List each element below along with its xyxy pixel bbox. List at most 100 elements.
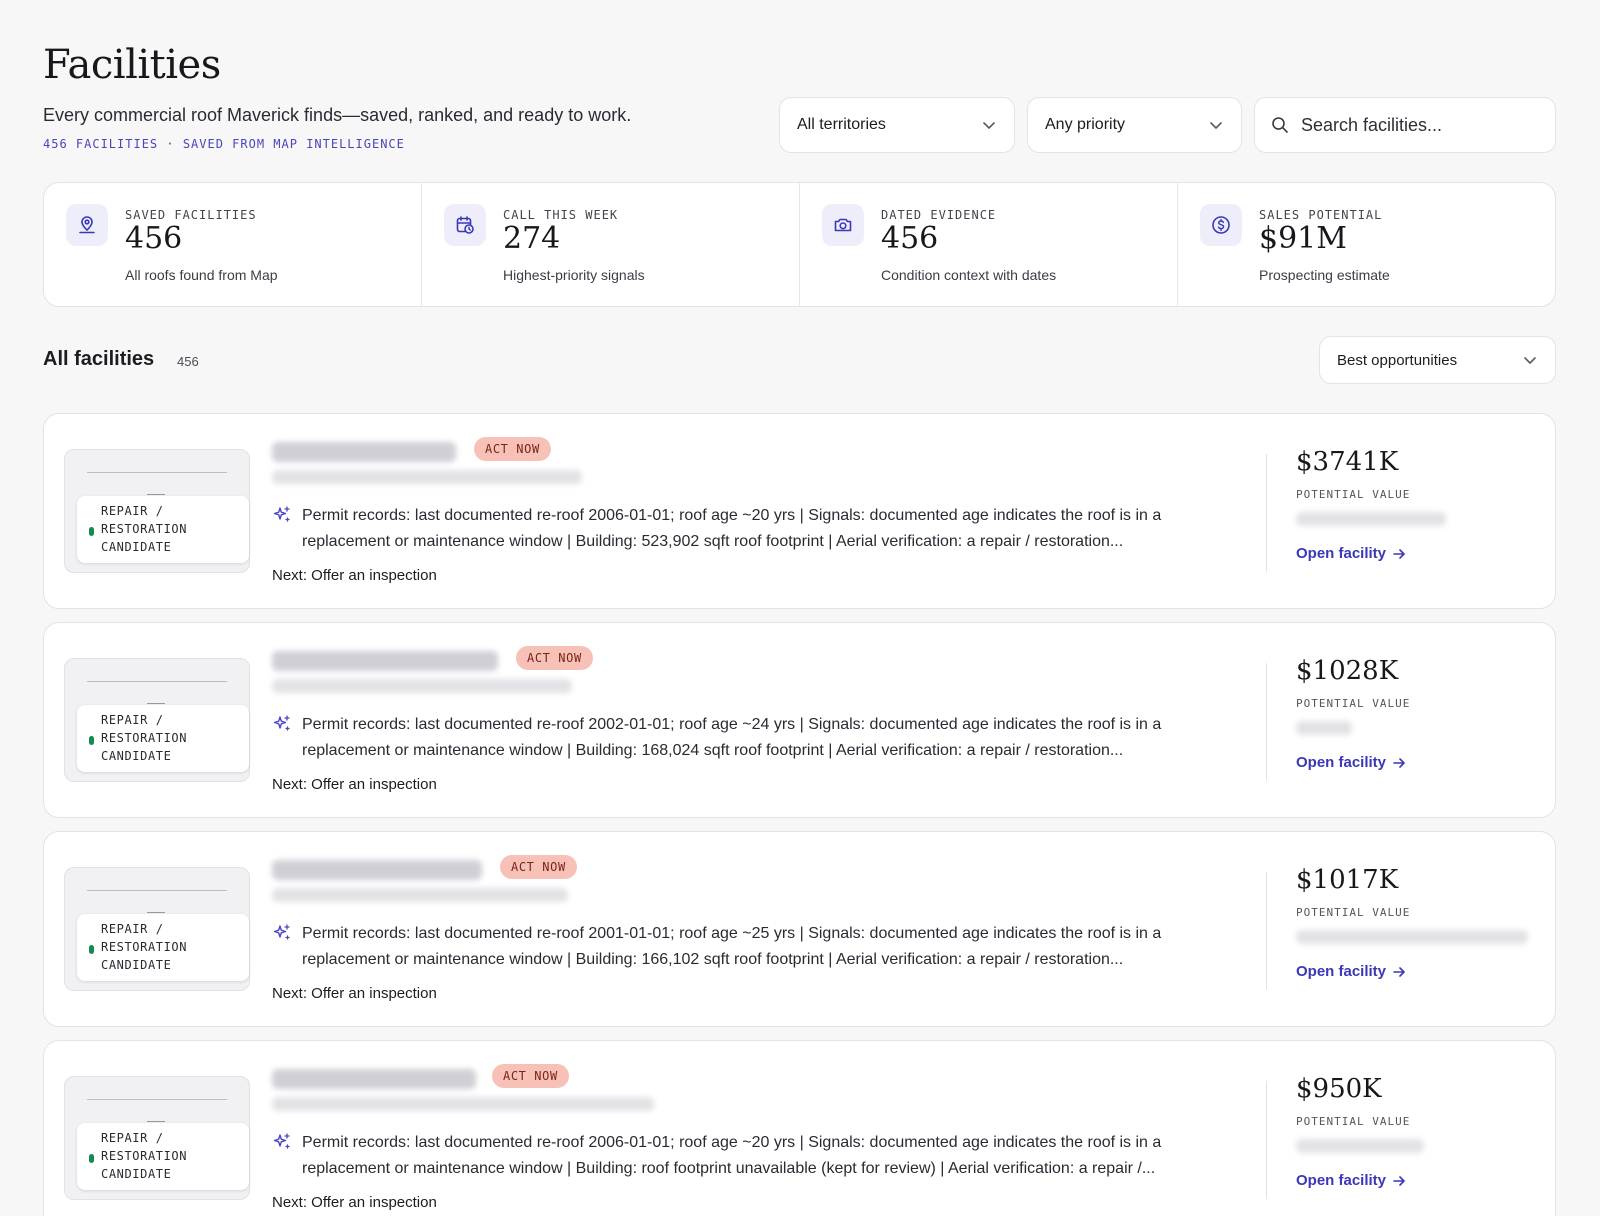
status-dot xyxy=(89,945,94,954)
potential-value-label: POTENTIAL VALUE xyxy=(1296,488,1411,501)
open-facility-label: Open facility xyxy=(1296,963,1387,980)
condition-label-text: REPAIR / RESTORATION CANDIDATE xyxy=(101,504,188,554)
redacted-contact xyxy=(1296,512,1446,526)
next-action: Next: Offer an inspection xyxy=(272,1194,437,1211)
redacted-address xyxy=(272,1097,654,1111)
chevron-down-icon xyxy=(983,122,995,129)
roof-outline xyxy=(147,1121,165,1122)
redacted-address xyxy=(272,470,582,484)
sparkle-icon xyxy=(273,1133,290,1149)
arrow-right-icon xyxy=(1393,548,1405,559)
roof-outline xyxy=(147,912,165,913)
stat-sales-potential: SALES POTENTIAL $91M Prospecting estimat… xyxy=(1178,183,1555,306)
condition-label-text: REPAIR / RESTORATION CANDIDATE xyxy=(101,1131,188,1181)
potential-value-label: POTENTIAL VALUE xyxy=(1296,1115,1411,1128)
stat-value: 456 xyxy=(125,221,183,256)
territory-select[interactable]: All territories xyxy=(779,97,1015,153)
roof-outline xyxy=(147,494,165,495)
redacted-facility-name xyxy=(272,442,456,462)
roof-thumbnail: REPAIR / RESTORATION CANDIDATE xyxy=(64,658,250,782)
stat-value: 274 xyxy=(503,221,561,256)
roof-outline xyxy=(147,703,165,704)
open-facility-label: Open facility xyxy=(1296,754,1387,771)
card-divider xyxy=(1266,454,1267,572)
facility-card[interactable]: REPAIR / RESTORATION CANDIDATE ACT NOW P… xyxy=(43,622,1556,818)
list-title: All facilities xyxy=(43,348,155,370)
stat-caption: Highest-priority signals xyxy=(503,267,645,283)
condition-label: REPAIR / RESTORATION CANDIDATE xyxy=(77,496,249,563)
potential-value-label: POTENTIAL VALUE xyxy=(1296,697,1411,710)
open-facility-label: Open facility xyxy=(1296,545,1387,562)
redacted-facility-name xyxy=(272,860,482,880)
stat-caption: Prospecting estimate xyxy=(1259,267,1390,283)
status-dot xyxy=(89,527,94,536)
facility-summary: Permit records: last documented re-roof … xyxy=(302,925,1162,968)
facility-card[interactable]: REPAIR / RESTORATION CANDIDATE ACT NOW P… xyxy=(43,831,1556,1027)
search-icon xyxy=(1272,117,1288,133)
priority-badge: ACT NOW xyxy=(500,855,577,879)
search-box[interactable] xyxy=(1254,97,1556,153)
stat-saved-facilities: SAVED FACILITIES 456 All roofs found fro… xyxy=(44,183,422,306)
stats-panel: SAVED FACILITIES 456 All roofs found fro… xyxy=(43,182,1556,307)
card-divider xyxy=(1266,1081,1267,1199)
open-facility-link[interactable]: Open facility xyxy=(1296,545,1406,562)
roof-thumbnail: REPAIR / RESTORATION CANDIDATE xyxy=(64,867,250,991)
page-title: Facilities xyxy=(43,42,221,88)
card-divider xyxy=(1266,872,1267,990)
priority-select[interactable]: Any priority xyxy=(1027,97,1242,153)
stat-value: 456 xyxy=(881,221,939,256)
stat-label: DATED EVIDENCE xyxy=(881,208,997,222)
open-facility-link[interactable]: Open facility xyxy=(1296,754,1406,771)
potential-value: $950K xyxy=(1296,1074,1382,1104)
stat-caption: All roofs found from Map xyxy=(125,267,278,283)
stat-label: SAVED FACILITIES xyxy=(125,208,257,222)
sparkle-icon xyxy=(273,506,290,522)
page-subtitle: Every commercial roof Maverick finds—sav… xyxy=(43,105,632,125)
arrow-right-icon xyxy=(1393,966,1405,977)
redacted-address xyxy=(272,679,572,693)
roof-outline xyxy=(87,890,227,891)
redacted-contact xyxy=(1296,721,1352,735)
redacted-facility-name xyxy=(272,651,498,671)
open-facility-label: Open facility xyxy=(1296,1172,1387,1189)
potential-value: $1028K xyxy=(1296,656,1399,686)
facility-summary: Permit records: last documented re-roof … xyxy=(302,507,1162,550)
condition-label: REPAIR / RESTORATION CANDIDATE xyxy=(77,914,249,981)
condition-label: REPAIR / RESTORATION CANDIDATE xyxy=(77,705,249,772)
priority-badge: ACT NOW xyxy=(474,437,551,461)
chevron-down-icon xyxy=(1524,357,1536,364)
arrow-right-icon xyxy=(1393,1175,1405,1186)
redacted-contact xyxy=(1296,1139,1424,1153)
search-input[interactable] xyxy=(1301,114,1539,136)
condition-label: REPAIR / RESTORATION CANDIDATE xyxy=(77,1123,249,1190)
condition-label-text: REPAIR / RESTORATION CANDIDATE xyxy=(101,922,188,972)
priority-badge: ACT NOW xyxy=(516,646,593,670)
map-pin-icon xyxy=(66,204,108,246)
status-dot xyxy=(89,736,94,745)
facility-summary: Permit records: last documented re-roof … xyxy=(302,1134,1162,1177)
sparkle-icon xyxy=(273,924,290,940)
list-count: 456 xyxy=(177,354,199,369)
facility-summary: Permit records: last documented re-roof … xyxy=(302,716,1162,759)
next-action: Next: Offer an inspection xyxy=(272,776,437,793)
roof-thumbnail: REPAIR / RESTORATION CANDIDATE xyxy=(64,449,250,573)
territory-select-value: All territories xyxy=(797,116,886,133)
sort-select-value: Best opportunities xyxy=(1337,351,1458,369)
roof-outline xyxy=(87,1099,227,1100)
condition-label-text: REPAIR / RESTORATION CANDIDATE xyxy=(101,713,188,763)
priority-badge: ACT NOW xyxy=(492,1064,569,1088)
redacted-contact xyxy=(1296,930,1528,944)
roof-outline xyxy=(87,681,227,682)
facility-card[interactable]: REPAIR / RESTORATION CANDIDATE ACT NOW P… xyxy=(43,1040,1556,1216)
redacted-facility-name xyxy=(272,1069,476,1089)
facility-card[interactable]: REPAIR / RESTORATION CANDIDATE ACT NOW P… xyxy=(43,413,1556,609)
open-facility-link[interactable]: Open facility xyxy=(1296,1172,1406,1189)
stat-value: $91M xyxy=(1259,221,1347,256)
stat-call-this-week: CALL THIS WEEK 274 Highest-priority sign… xyxy=(422,183,800,306)
open-facility-link[interactable]: Open facility xyxy=(1296,963,1406,980)
stat-label: CALL THIS WEEK xyxy=(503,208,619,222)
roof-thumbnail: REPAIR / RESTORATION CANDIDATE xyxy=(64,1076,250,1200)
next-action: Next: Offer an inspection xyxy=(272,985,437,1002)
arrow-right-icon xyxy=(1393,757,1405,768)
sort-select[interactable]: Best opportunities xyxy=(1319,336,1556,384)
